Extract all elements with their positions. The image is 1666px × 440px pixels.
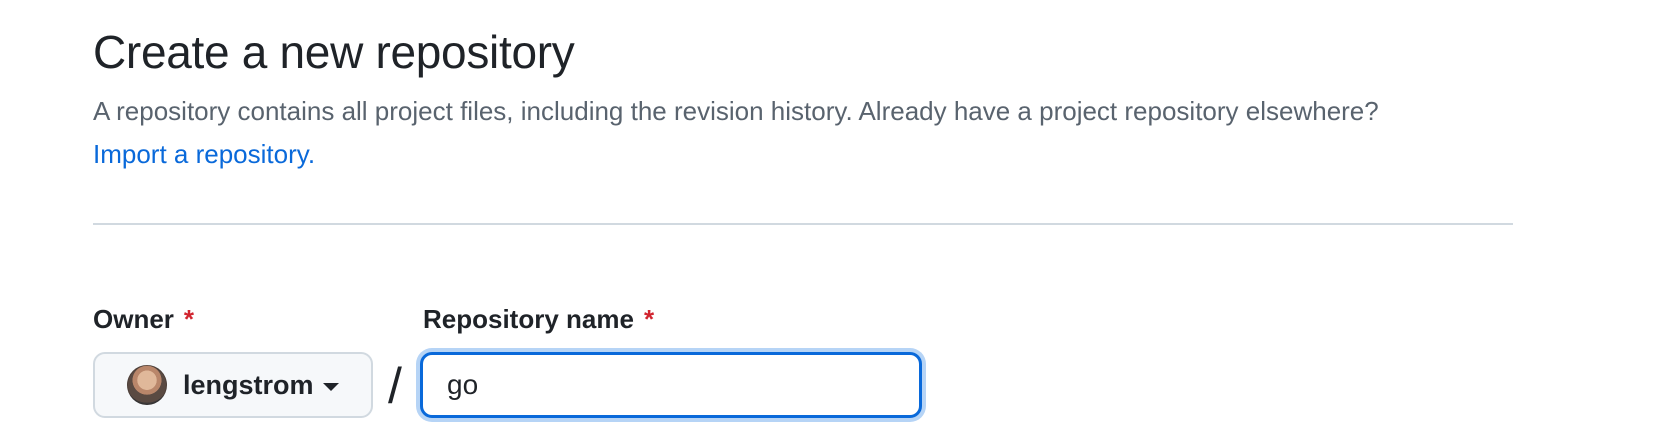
import-repository-link[interactable]: Import a repository. bbox=[93, 139, 315, 169]
caret-down-icon bbox=[322, 382, 339, 391]
create-repository-page: Create a new repository A repository con… bbox=[0, 0, 1666, 440]
owner-required-marker: * bbox=[183, 304, 195, 334]
repository-name-input[interactable] bbox=[420, 352, 922, 418]
page-title: Create a new repository bbox=[93, 26, 575, 78]
owner-label-text: Owner bbox=[93, 304, 174, 334]
user-avatar-icon bbox=[127, 365, 167, 405]
owner-name: lengstrom bbox=[183, 370, 314, 400]
description-text: A repository contains all project files,… bbox=[93, 96, 1379, 126]
owner-dropdown-button[interactable]: lengstrom bbox=[93, 352, 373, 418]
page-header: Create a new repository A repository con… bbox=[93, 22, 1513, 176]
owner-label: Owner * bbox=[93, 301, 194, 337]
page-description: A repository contains all project files,… bbox=[93, 90, 1433, 176]
section-divider bbox=[93, 223, 1513, 225]
owner-repo-separator: / bbox=[388, 358, 402, 414]
repository-required-marker: * bbox=[643, 304, 655, 334]
repository-name-label: Repository name * bbox=[423, 301, 654, 337]
repository-name-label-text: Repository name bbox=[423, 304, 634, 334]
